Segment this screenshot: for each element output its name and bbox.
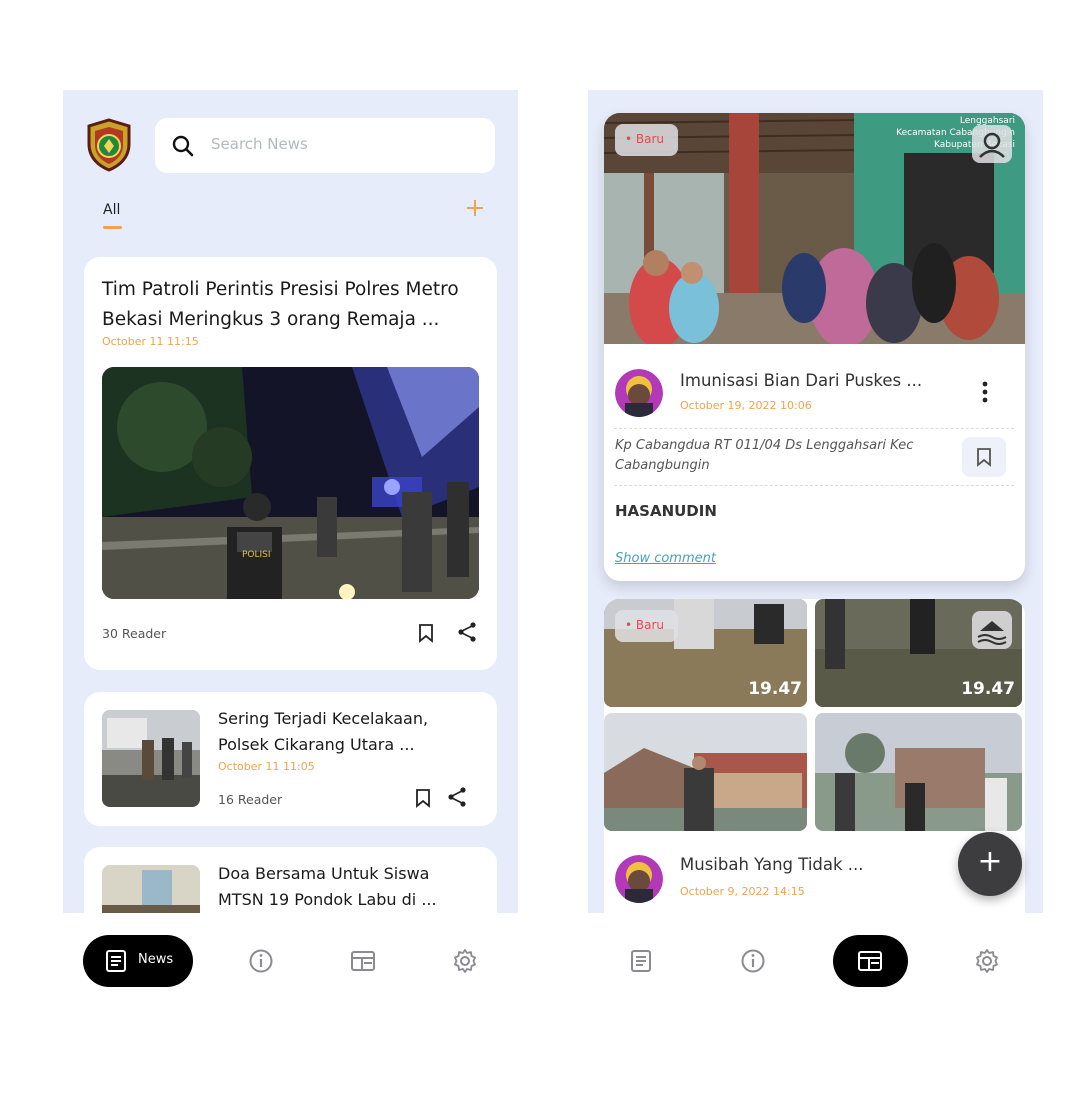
- news-screen: Search News All Tim Patroli Perintis Pre…: [63, 90, 518, 990]
- post-title: Musibah Yang Tidak ...: [680, 855, 864, 874]
- news-thumbnail: [102, 865, 200, 913]
- nav-news-label: News: [138, 952, 174, 967]
- gear-icon[interactable]: [974, 948, 1000, 974]
- feed-icon: [858, 951, 882, 971]
- bookmark-icon[interactable]: [412, 787, 434, 809]
- new-badge: • Baru: [615, 610, 678, 642]
- post-title: Imunisasi Bian Dari Puskes ...: [680, 371, 923, 390]
- news-icon: [106, 950, 126, 972]
- news-title: Sering Terjadi Kecelakaan, Polsek Cikara…: [218, 709, 429, 754]
- map-icon[interactable]: [972, 125, 1012, 163]
- bottom-nav: [588, 913, 1043, 990]
- divider: [614, 485, 1014, 486]
- bookmark-icon[interactable]: [415, 622, 437, 644]
- posts-content: Lenggahsari Kecamatan Cabangbungin Kabup…: [588, 90, 1043, 913]
- news-date: October 11 11:15: [102, 335, 199, 348]
- info-icon[interactable]: [248, 948, 274, 974]
- polisi-vest-text: POLISI: [242, 550, 271, 560]
- share-icon[interactable]: [456, 621, 478, 643]
- police-badge-logo: [87, 118, 131, 172]
- fab-plus-icon: +: [977, 844, 1003, 879]
- info-icon[interactable]: [740, 948, 766, 974]
- bookmark-icon: [977, 448, 991, 467]
- bookmark-button[interactable]: [962, 437, 1006, 477]
- search-bar[interactable]: Search News: [155, 118, 495, 173]
- more-vert-icon[interactable]: [982, 381, 988, 403]
- map-icon[interactable]: [972, 611, 1012, 649]
- featured-news-card[interactable]: Tim Patroli Perintis Presisi Polres Metr…: [84, 257, 497, 670]
- post-card[interactable]: Lenggahsari Kecamatan Cabangbungin Kabup…: [604, 113, 1025, 581]
- reader-count: 16 Reader: [218, 792, 283, 807]
- post-address: Kp Cabangdua RT 011/04 Ds Lenggahsari Ke…: [615, 438, 914, 473]
- search-input[interactable]: Search News: [211, 135, 308, 153]
- feed-icon[interactable]: [350, 948, 376, 974]
- news-photo: POLISI: [102, 367, 479, 599]
- nav-news-active[interactable]: News: [83, 935, 193, 987]
- gear-icon[interactable]: [452, 948, 478, 974]
- avatar[interactable]: [615, 369, 663, 417]
- news-icon[interactable]: [628, 948, 654, 974]
- search-icon: [172, 135, 194, 157]
- plus-icon[interactable]: [463, 196, 487, 220]
- new-badge: • Baru: [615, 124, 678, 156]
- news-content: Search News All Tim Patroli Perintis Pre…: [63, 90, 518, 913]
- show-comment-link[interactable]: Show comment: [615, 551, 716, 566]
- news-title: Tim Patroli Perintis Presisi Polres Metr…: [102, 279, 459, 330]
- news-date: October 11 11:05: [218, 760, 315, 773]
- news-thumbnail: [102, 710, 200, 807]
- post-date: October 9, 2022 14:15: [680, 885, 805, 898]
- add-post-button[interactable]: +: [958, 832, 1022, 896]
- post-time: 19.47: [748, 679, 802, 699]
- tab-active-indicator: [103, 226, 122, 229]
- tab-all[interactable]: All: [103, 202, 120, 218]
- share-icon[interactable]: [446, 786, 468, 808]
- post-author: HASANUDIN: [615, 502, 717, 520]
- reader-count: 30 Reader: [102, 626, 167, 641]
- news-list-item[interactable]: Doa Bersama Untuk Siswa MTSN 19 Pondok L…: [84, 847, 497, 913]
- divider: [614, 428, 1014, 429]
- posts-screen: Lenggahsari Kecamatan Cabangbungin Kabup…: [588, 90, 1043, 990]
- avatar[interactable]: [615, 855, 663, 903]
- news-title: Doa Bersama Untuk Siswa MTSN 19 Pondok L…: [218, 864, 437, 909]
- nav-feed-active[interactable]: [833, 935, 908, 987]
- post-date: October 19, 2022 10:06: [680, 399, 812, 412]
- bottom-nav: News: [63, 913, 518, 990]
- news-list-item[interactable]: Sering Terjadi Kecelakaan, Polsek Cikara…: [84, 692, 497, 826]
